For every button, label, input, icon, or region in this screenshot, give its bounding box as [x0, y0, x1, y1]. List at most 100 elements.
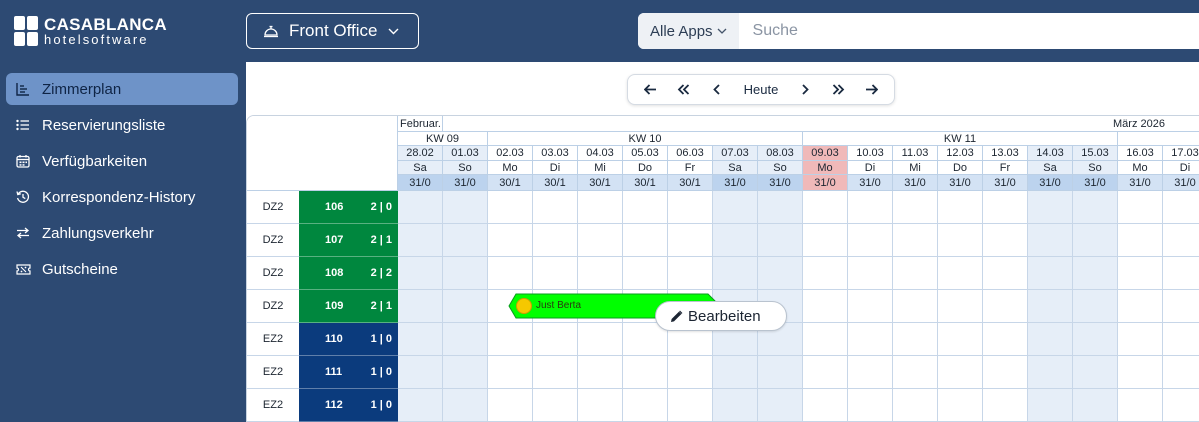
arrow-right-icon[interactable]: [859, 78, 883, 102]
room-day-cell[interactable]: [398, 257, 443, 290]
room-day-cell[interactable]: [758, 389, 803, 422]
casablanca-logo[interactable]: CASABLANCA hotelsoftware: [14, 16, 167, 48]
room-day-cell[interactable]: [578, 389, 623, 422]
room-cell[interactable]: 107 2 | 1: [299, 224, 398, 257]
double-chevron-right-icon[interactable]: [826, 78, 850, 102]
room-cell[interactable]: 109 2 | 1: [299, 290, 398, 323]
room-day-cell[interactable]: [398, 290, 443, 323]
room-day-cell[interactable]: [443, 257, 488, 290]
today-button[interactable]: Heute: [738, 78, 785, 102]
room-day-cell[interactable]: [1163, 389, 1199, 422]
room-day-cell[interactable]: [1118, 290, 1163, 323]
sidebar-item-zahlungsverkehr[interactable]: Zahlungsverkehr: [6, 217, 238, 249]
chevron-left-icon[interactable]: [705, 78, 729, 102]
room-day-cell[interactable]: [533, 191, 578, 224]
day-date[interactable]: 09.03: [803, 146, 848, 161]
room-day-cell[interactable]: [893, 224, 938, 257]
room-day-cell[interactable]: [848, 290, 893, 323]
day-date[interactable]: 07.03: [713, 146, 758, 161]
room-day-cell[interactable]: [1163, 257, 1199, 290]
day-date[interactable]: 02.03: [488, 146, 533, 161]
room-day-cell[interactable]: [1028, 323, 1073, 356]
day-date[interactable]: 10.03: [848, 146, 893, 161]
room-day-cell[interactable]: [1163, 191, 1199, 224]
room-day-cell[interactable]: [1028, 224, 1073, 257]
room-day-cell[interactable]: [623, 191, 668, 224]
room-cell[interactable]: 106 2 | 0: [299, 191, 398, 224]
room-day-cell[interactable]: [1073, 224, 1118, 257]
room-day-cell[interactable]: [893, 257, 938, 290]
room-day-cell[interactable]: [1118, 224, 1163, 257]
room-day-cell[interactable]: [983, 224, 1028, 257]
room-day-cell[interactable]: [533, 389, 578, 422]
room-day-cell[interactable]: [983, 191, 1028, 224]
room-day-cell[interactable]: [713, 389, 758, 422]
room-day-cell[interactable]: [488, 224, 533, 257]
day-date[interactable]: 15.03: [1073, 146, 1118, 161]
room-day-cell[interactable]: [668, 224, 713, 257]
room-day-cell[interactable]: [848, 356, 893, 389]
sidebar-item-korrespondenz-history[interactable]: Korrespondenz-History: [6, 181, 238, 213]
sidebar-item-verfuegbarkeiten[interactable]: Verfügbarkeiten: [6, 145, 238, 177]
room-day-cell[interactable]: [938, 290, 983, 323]
room-day-cell[interactable]: [803, 389, 848, 422]
room-day-cell[interactable]: [1163, 224, 1199, 257]
room-day-cell[interactable]: [803, 356, 848, 389]
room-day-cell[interactable]: [488, 323, 533, 356]
day-date[interactable]: 11.03: [893, 146, 938, 161]
room-day-cell[interactable]: [533, 224, 578, 257]
room-day-cell[interactable]: [713, 356, 758, 389]
room-day-cell[interactable]: [443, 191, 488, 224]
room-day-cell[interactable]: [533, 257, 578, 290]
room-cell[interactable]: 112 1 | 0: [299, 389, 398, 422]
search-input[interactable]: [738, 22, 1159, 40]
room-day-cell[interactable]: [713, 191, 758, 224]
room-day-cell[interactable]: [533, 356, 578, 389]
room-day-cell[interactable]: [1118, 389, 1163, 422]
room-day-cell[interactable]: [938, 356, 983, 389]
day-date[interactable]: 01.03: [443, 146, 488, 161]
room-day-cell[interactable]: [443, 389, 488, 422]
room-day-cell[interactable]: [848, 323, 893, 356]
room-day-cell[interactable]: [1073, 323, 1118, 356]
room-day-cell[interactable]: [1118, 323, 1163, 356]
day-date[interactable]: 14.03: [1028, 146, 1073, 161]
room-day-cell[interactable]: [1163, 356, 1199, 389]
day-date[interactable]: 06.03: [668, 146, 713, 161]
room-day-cell[interactable]: [983, 257, 1028, 290]
room-day-cell[interactable]: [938, 191, 983, 224]
room-day-cell[interactable]: [983, 323, 1028, 356]
room-cell[interactable]: 108 2 | 2: [299, 257, 398, 290]
room-day-cell[interactable]: [1028, 191, 1073, 224]
room-day-cell[interactable]: [848, 257, 893, 290]
room-day-cell[interactable]: [398, 191, 443, 224]
room-day-cell[interactable]: [803, 257, 848, 290]
room-day-cell[interactable]: [893, 389, 938, 422]
module-switcher-button[interactable]: Front Office: [246, 13, 419, 49]
room-day-cell[interactable]: [398, 356, 443, 389]
room-day-cell[interactable]: [758, 191, 803, 224]
room-day-cell[interactable]: [398, 224, 443, 257]
room-day-cell[interactable]: [893, 356, 938, 389]
room-day-cell[interactable]: [1073, 356, 1118, 389]
room-day-cell[interactable]: [533, 323, 578, 356]
room-day-cell[interactable]: [668, 356, 713, 389]
room-day-cell[interactable]: [398, 323, 443, 356]
room-day-cell[interactable]: [1073, 191, 1118, 224]
room-day-cell[interactable]: [848, 224, 893, 257]
room-day-cell[interactable]: [758, 257, 803, 290]
sidebar-item-reservierungsliste[interactable]: Reservierungsliste: [6, 109, 238, 141]
room-day-cell[interactable]: [938, 389, 983, 422]
sidebar-item-gutscheine[interactable]: Gutscheine: [6, 253, 238, 285]
room-day-cell[interactable]: [1073, 257, 1118, 290]
edit-booking-button[interactable]: Bearbeiten: [655, 301, 787, 331]
room-day-cell[interactable]: [443, 290, 488, 323]
room-day-cell[interactable]: [983, 290, 1028, 323]
room-day-cell[interactable]: [668, 191, 713, 224]
room-cell[interactable]: 110 1 | 0: [299, 323, 398, 356]
room-day-cell[interactable]: [893, 191, 938, 224]
room-day-cell[interactable]: [398, 389, 443, 422]
room-day-cell[interactable]: [803, 224, 848, 257]
room-day-cell[interactable]: [443, 356, 488, 389]
room-day-cell[interactable]: [443, 323, 488, 356]
